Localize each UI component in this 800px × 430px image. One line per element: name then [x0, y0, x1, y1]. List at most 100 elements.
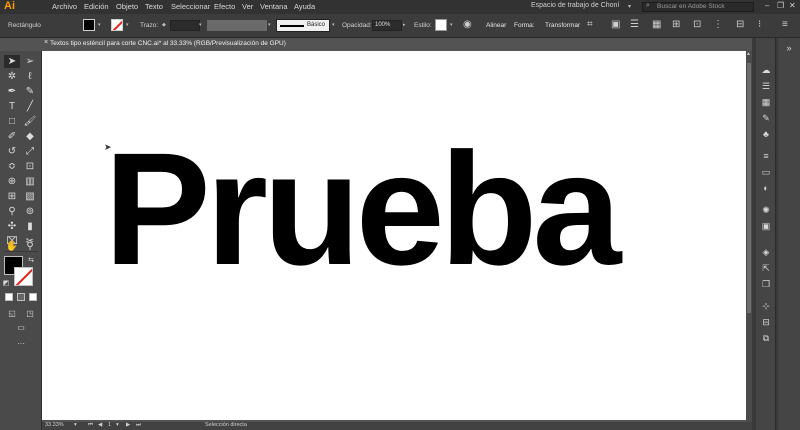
artboards-panel-icon[interactable]: ❐	[759, 278, 773, 290]
pathfinder-icon[interactable]: ⧉	[759, 332, 773, 344]
stroke-label[interactable]: Trazo:	[140, 22, 158, 29]
panel-menu-icon[interactable]: ⁝	[758, 19, 761, 30]
scroll-up-icon[interactable]: ▲	[746, 51, 751, 57]
chevron-down-icon[interactable]: ▾	[628, 3, 631, 10]
free-transform-tool-icon[interactable]: ⊡	[22, 160, 38, 173]
graphic-styles-icon[interactable]: ▣	[759, 220, 773, 232]
distribute-icon[interactable]: ⋮	[713, 19, 723, 30]
stroke-color-box[interactable]	[14, 267, 33, 286]
type-tool-icon[interactable]: T	[4, 100, 20, 113]
workspace-switcher[interactable]: Espacio de trabajo de Choní	[531, 2, 619, 9]
select-similar-icon[interactable]: ▣	[611, 19, 620, 30]
chevron-down-icon[interactable]: ▾	[332, 22, 335, 28]
symbols-icon[interactable]: ♣	[759, 128, 773, 140]
artboard-chevron-down-icon[interactable]: ▾	[116, 422, 119, 428]
stroke-weight-field[interactable]	[170, 20, 200, 31]
symbol-sprayer-tool-icon[interactable]: ✣	[4, 220, 20, 233]
panel-collapse-icon[interactable]: »	[782, 42, 796, 54]
zoom-tool-icon[interactable]: ⚲	[22, 240, 38, 253]
screen-mode-icon[interactable]: ▭	[13, 321, 29, 334]
menu-objeto[interactable]: Objeto	[116, 2, 138, 11]
options-icon[interactable]: ☰	[630, 19, 639, 30]
zoom-level[interactable]: 33.33%	[45, 422, 64, 428]
swatches-icon[interactable]: ▦	[759, 96, 773, 108]
curvature-tool-icon[interactable]: ✎	[22, 85, 38, 98]
magic-wand-tool-icon[interactable]: ✲	[4, 70, 20, 83]
menu-edicion[interactable]: Edición	[84, 2, 109, 11]
brush-definition[interactable]: Básico	[276, 19, 330, 32]
recolor-artwork-icon[interactable]: ◉	[463, 19, 472, 30]
arrange-icon[interactable]: ▦	[652, 19, 661, 30]
document-tab[interactable]: × Textos tipo esténcil para corte CNC.ai…	[42, 38, 342, 51]
mesh-tool-icon[interactable]: ⊞	[4, 190, 20, 203]
selection-tool-icon[interactable]: ➤	[4, 55, 20, 68]
scale-tool-icon[interactable]: ⤢	[22, 145, 38, 158]
chevron-down-icon[interactable]: ▾	[450, 22, 453, 28]
line-tool-icon[interactable]: ╱	[22, 100, 38, 113]
stroke-swatch[interactable]	[111, 19, 123, 31]
default-colors-icon[interactable]: ◩	[1, 277, 11, 290]
brushes-icon[interactable]: ✎	[759, 112, 773, 124]
last-artboard-icon[interactable]: ⏭	[136, 422, 141, 429]
menu-ventana[interactable]: Ventana	[260, 2, 288, 11]
canvas-text-object[interactable]: Prueba	[104, 129, 621, 289]
draw-normal-icon[interactable]: ◱	[4, 307, 20, 320]
swap-colors-icon[interactable]: ⇆	[26, 254, 36, 267]
prev-artboard-icon[interactable]: ◀	[98, 422, 102, 428]
artboard-number[interactable]: 1	[108, 422, 111, 428]
libraries-icon[interactable]: ☁	[759, 64, 773, 76]
view-icon[interactable]: ⊞	[672, 19, 680, 30]
isolate-group-icon[interactable]: ⌗	[587, 19, 593, 30]
menu-efecto[interactable]: Efecto	[214, 2, 235, 11]
shape-builder-tool-icon[interactable]: ⊕	[4, 175, 20, 188]
zoom-chevron-down-icon[interactable]: ▾	[74, 422, 77, 428]
canvas-area[interactable]: ➤ Prueba ▲	[42, 51, 752, 422]
layers-icon[interactable]: ◈	[759, 246, 773, 258]
perspective-grid-tool-icon[interactable]: ▥	[22, 175, 38, 188]
appearance-icon[interactable]: ✺	[759, 204, 773, 216]
next-artboard-icon[interactable]: ▶	[126, 422, 130, 428]
opacity-label[interactable]: Opacidad:	[342, 22, 372, 29]
none-mode-icon[interactable]	[29, 293, 37, 301]
eraser-tool-icon[interactable]: ◆	[22, 130, 38, 143]
minimize-icon[interactable]: –	[765, 1, 769, 10]
fill-swatch[interactable]	[83, 19, 95, 31]
align-panel-icon[interactable]: ⊟	[759, 316, 773, 328]
rotate-tool-icon[interactable]: ↺	[4, 145, 20, 158]
align-link[interactable]: Alinear	[486, 22, 506, 29]
menu-seleccionar[interactable]: Seleccionar	[171, 2, 210, 11]
stock-search-input[interactable]: ⌕ Buscar en Adobe Stock	[642, 2, 754, 12]
transform-panel-icon[interactable]: ⊹	[759, 300, 773, 312]
more-tools-icon[interactable]: ···	[13, 337, 29, 350]
shape-link[interactable]: Forma:	[514, 22, 535, 29]
gradient-mode-icon[interactable]	[17, 293, 25, 301]
close-icon[interactable]: ✕	[789, 1, 796, 10]
align-icon[interactable]: ⊟	[736, 19, 744, 30]
menu-archivo[interactable]: Archivo	[52, 2, 77, 11]
export-icon[interactable]: ⇱	[759, 262, 773, 274]
width-tool-icon[interactable]: ≎	[4, 160, 20, 173]
pen-tool-icon[interactable]: ✒	[4, 85, 20, 98]
scale-icon[interactable]: ⊡	[693, 19, 701, 30]
menu-ayuda[interactable]: Ayuda	[294, 2, 315, 11]
hand-tool-icon[interactable]: ✋	[4, 240, 20, 253]
direct-selection-tool-icon[interactable]: ➢	[22, 55, 38, 68]
stroke-panel-icon[interactable]: ≡	[759, 150, 773, 162]
chevron-down-icon[interactable]: ▾	[126, 22, 129, 28]
menu-ver[interactable]: Ver	[242, 2, 253, 11]
first-artboard-icon[interactable]: ⏮	[88, 422, 93, 429]
transform-link[interactable]: Transformar	[545, 22, 580, 29]
variable-width-profile[interactable]	[207, 20, 267, 31]
opacity-field[interactable]: 100%	[372, 20, 402, 31]
chevron-down-icon[interactable]: ▾	[199, 22, 202, 28]
maximize-icon[interactable]: ❐	[777, 1, 784, 10]
rectangle-tool-icon[interactable]: □	[4, 115, 20, 128]
close-tab-icon[interactable]: ×	[44, 39, 48, 46]
scrollbar-thumb[interactable]	[747, 63, 751, 313]
lasso-tool-icon[interactable]: ℓ	[22, 70, 38, 83]
gradient-tool-icon[interactable]: ▧	[22, 190, 38, 203]
panel-options-icon[interactable]: ≡	[782, 19, 788, 30]
chevron-down-icon[interactable]: ▾	[268, 22, 271, 28]
column-graph-tool-icon[interactable]: ▮	[22, 220, 38, 233]
draw-inside-icon[interactable]: ◳	[22, 307, 38, 320]
